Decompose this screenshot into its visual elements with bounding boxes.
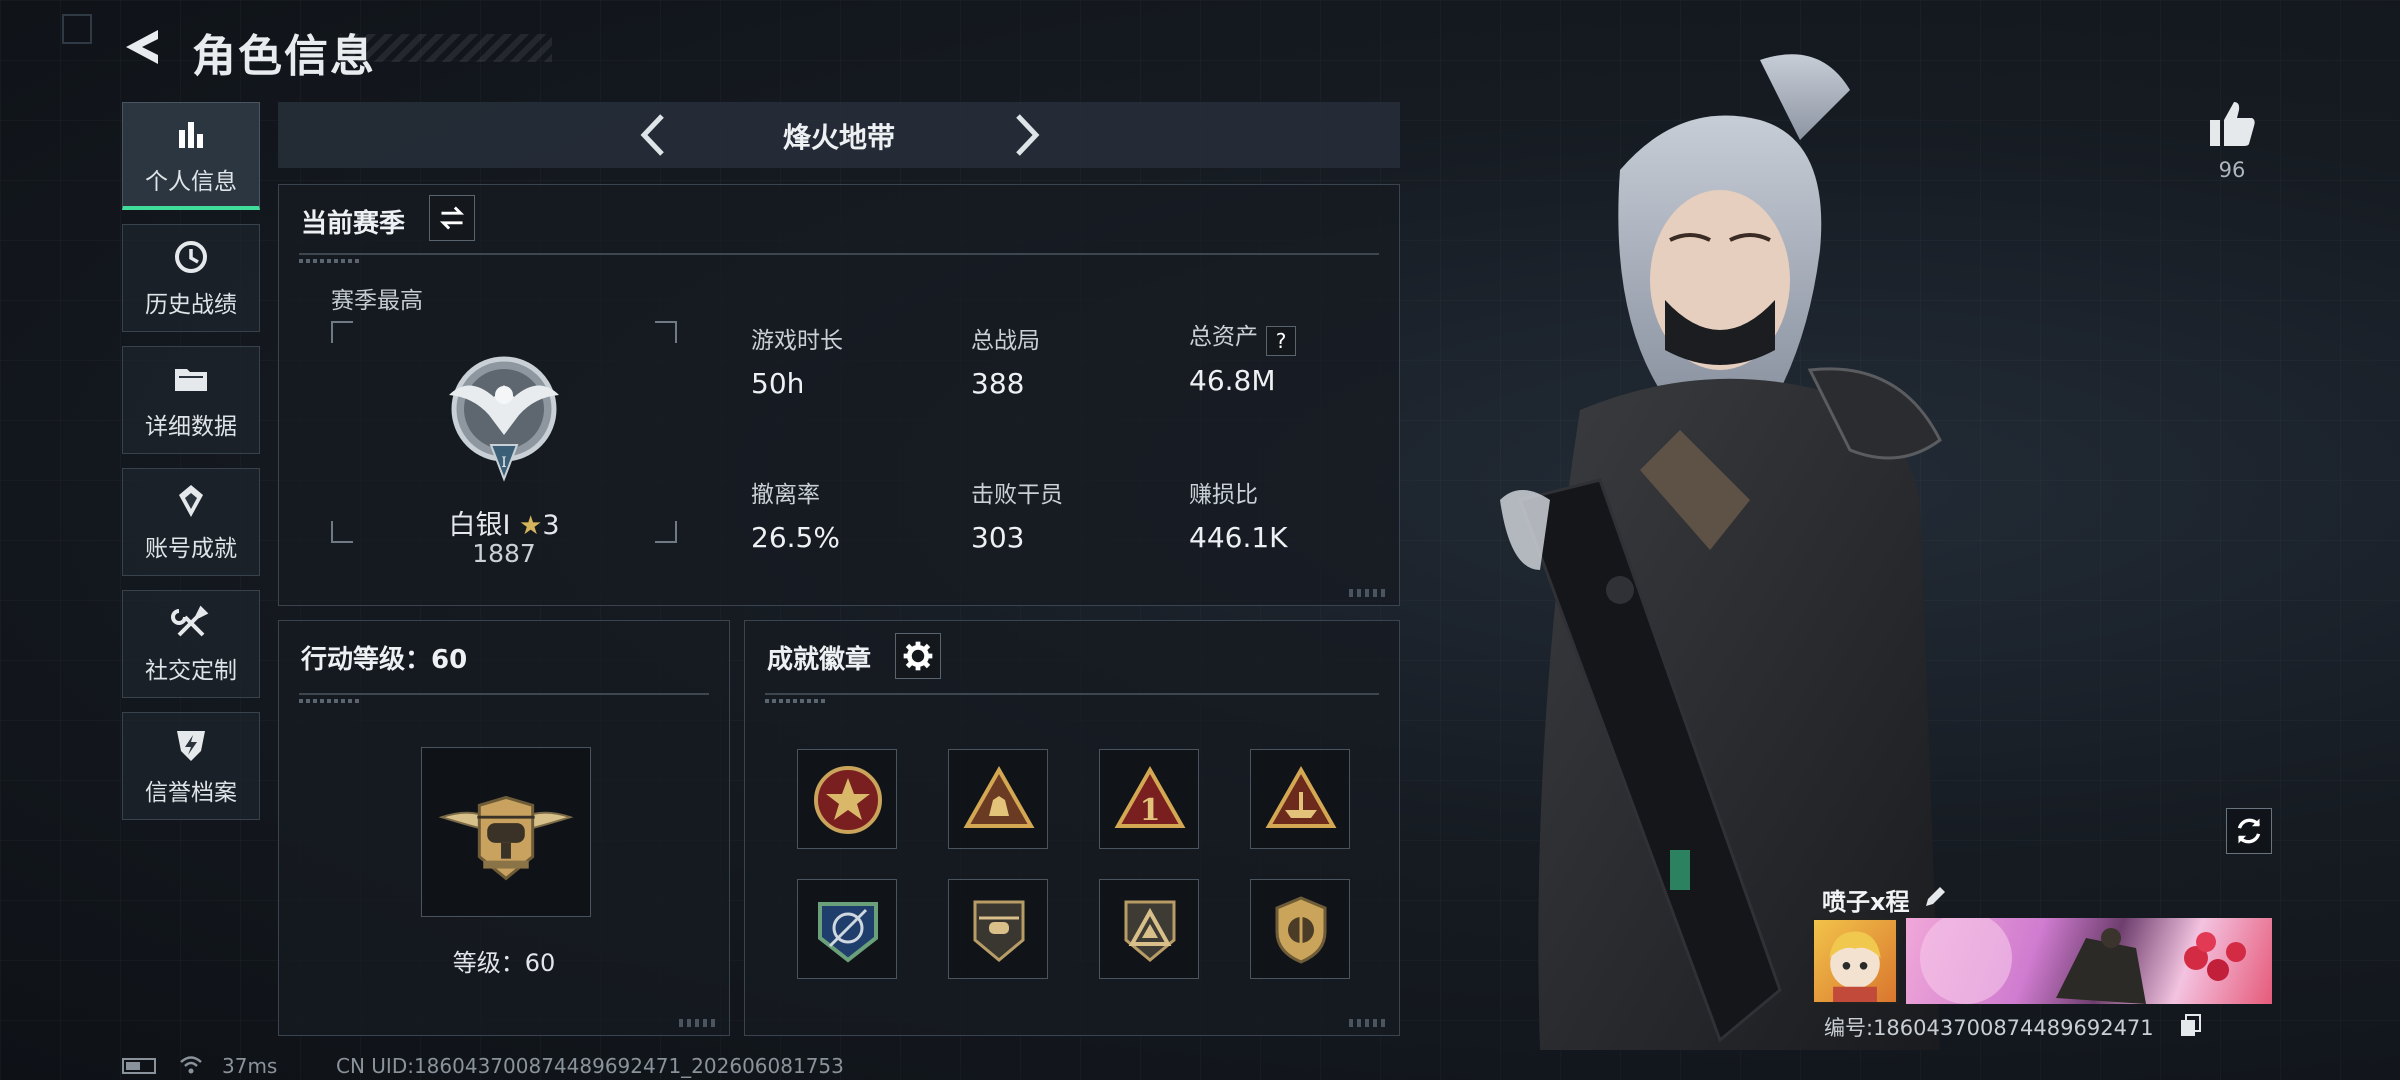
achievement-badges-title: 成就徽章 [767, 645, 872, 675]
rank-score: 1887 [472, 539, 536, 568]
sidebar-item-label: 个人信息 [145, 168, 237, 195]
badge-shield-circle[interactable] [1250, 879, 1350, 979]
stat-play-time: 游戏时长 50h [751, 321, 843, 400]
level-emblem-box [421, 747, 591, 917]
badge-number-one[interactable]: 1 [1099, 749, 1199, 849]
rotate-icon [2237, 818, 2261, 844]
stat-label: 总战局 [971, 328, 1040, 354]
number-one-triangle-badge-icon: 1 [1114, 765, 1186, 828]
sidebar-item-label: 社交定制 [145, 658, 237, 684]
folder-icon [175, 369, 207, 391]
thumbs-up-icon[interactable] [2204, 96, 2260, 152]
corner-decoration [62, 14, 92, 44]
sidebar-item-label: 历史战绩 [145, 292, 237, 318]
tools-icon [171, 605, 209, 637]
avatar[interactable] [1812, 918, 1898, 1004]
helicopter-wings-emblem-icon [438, 795, 574, 881]
player-card: 喷子x程 编号:1860437008744896924​71 [1812, 872, 2274, 1068]
stat-extraction-rate: 撤离率 26.5% [751, 475, 840, 554]
stat-value: 446.1K [1189, 521, 1288, 554]
rotate-model-button[interactable] [2226, 808, 2272, 854]
stat-profit-loss-ratio: 赚损比 446.1K [1189, 475, 1288, 554]
ping-value: 37ms [222, 1054, 278, 1078]
stat-label: 击败干员 [971, 482, 1063, 508]
sidebar-item-history[interactable]: 历史战绩 [122, 224, 260, 332]
player-id: 编号:1860437008744896924​71 [1824, 1016, 2154, 1040]
current-season-panel: 当前赛季 赛季最高 I 白银I ★3 1887 游戏时长 50h 总战局 388 [278, 184, 1400, 606]
history-clock-icon [175, 241, 207, 273]
copy-icon[interactable] [2178, 1012, 2204, 1038]
rank-tier: 白银I [448, 510, 511, 541]
helicopter-badge-icon [973, 900, 1025, 962]
crosshair-badge-icon [818, 902, 878, 963]
banner-art [1920, 918, 2246, 1004]
season-mode-title: 烽火地带 [782, 121, 895, 154]
section-divider [765, 693, 1379, 703]
chevron-right-icon[interactable] [998, 108, 1052, 162]
badge-helicopter[interactable] [948, 879, 1048, 979]
shield-circle-badge-icon [1275, 896, 1327, 964]
action-level-panel: 行动等级：60 等级：60 [278, 620, 730, 1036]
action-level-title: 行动等级：60 [301, 645, 468, 675]
rank-name: 白银I ★3 [331, 503, 677, 542]
season-selector-bar: 烽火地带 [278, 102, 1400, 168]
edit-pencil-icon[interactable] [1920, 882, 1950, 912]
ship-triangle-badge-icon [1265, 765, 1337, 828]
badge-settings-button[interactable] [895, 633, 941, 679]
stat-label-text: 总资产 [1189, 324, 1258, 350]
like-count: 96 [2218, 158, 2246, 182]
achievement-badges-panel: 成就徽章 1 [744, 620, 1400, 1036]
back-arrow-icon[interactable] [118, 22, 168, 72]
rank-stars: 3 [542, 510, 560, 541]
title-stripes-decoration [340, 34, 552, 62]
battery-icon [122, 1058, 156, 1074]
stat-label: 游戏时长 [751, 328, 843, 354]
stat-value: 303 [971, 521, 1025, 554]
bar-chart-icon [179, 121, 203, 148]
shield-bolt-icon [177, 731, 205, 761]
profile-banner-image[interactable] [1906, 918, 2272, 1004]
stat-total-assets: 总资产? 46.8M [1189, 317, 1296, 397]
stat-value: 46.8M [1189, 364, 1276, 397]
stat-label: 总资产? [1189, 317, 1296, 356]
badge-star-shield[interactable] [797, 749, 897, 849]
sidebar-item-label: 详细数据 [145, 414, 237, 440]
sidebar-item-credit[interactable]: 信誉档案 [122, 712, 260, 820]
mountain-badge-icon [1124, 900, 1176, 962]
achievement-icon [179, 485, 203, 517]
soldiers-triangle-badge-icon [963, 765, 1035, 828]
star-shield-badge-icon [814, 766, 882, 834]
help-icon[interactable]: ? [1266, 326, 1296, 356]
sidebar-item-label: 信誉档案 [145, 780, 237, 806]
sidebar: 个人信息 历史战绩 详细数据 账号成就 社交定制 信誉档案 [122, 102, 260, 834]
wifi-icon [180, 1056, 202, 1074]
stat-label: 赚损比 [1189, 482, 1258, 508]
gear-icon [903, 641, 933, 671]
stat-value: 388 [971, 367, 1025, 400]
sidebar-item-social[interactable]: 社交定制 [122, 590, 260, 698]
avatar-image [1829, 931, 1881, 1002]
sidebar-item-detail-data[interactable]: 详细数据 [122, 346, 260, 454]
badge-soldiers-triangle[interactable] [948, 749, 1048, 849]
stat-label: 撤离率 [751, 482, 820, 508]
svg-text:1: 1 [1140, 793, 1161, 828]
stat-value: 50h [751, 367, 805, 400]
cn-uid: CN UID:1860437008744896924​71_2026060817… [336, 1054, 844, 1078]
corner-dots-decoration [679, 1019, 719, 1027]
sidebar-item-achievements[interactable]: 账号成就 [122, 468, 260, 576]
player-name: 喷子x程 [1822, 888, 1910, 916]
section-divider [299, 693, 709, 703]
star-icon: ★ [519, 511, 543, 541]
level-label: 等级：60 [452, 949, 556, 977]
sidebar-item-personal-info[interactable]: 个人信息 [122, 102, 260, 210]
stat-value: 26.5% [751, 521, 840, 554]
badge-ship-triangle[interactable] [1250, 749, 1350, 849]
badge-mountain[interactable] [1099, 879, 1199, 979]
rank-text: 白银I ★3 1887 [331, 185, 677, 607]
sidebar-item-label: 账号成就 [145, 536, 237, 562]
stat-operators-defeated: 击败干员 303 [971, 475, 1063, 554]
stat-total-matches: 总战局 388 [971, 321, 1040, 400]
badge-crosshair[interactable] [797, 879, 897, 979]
